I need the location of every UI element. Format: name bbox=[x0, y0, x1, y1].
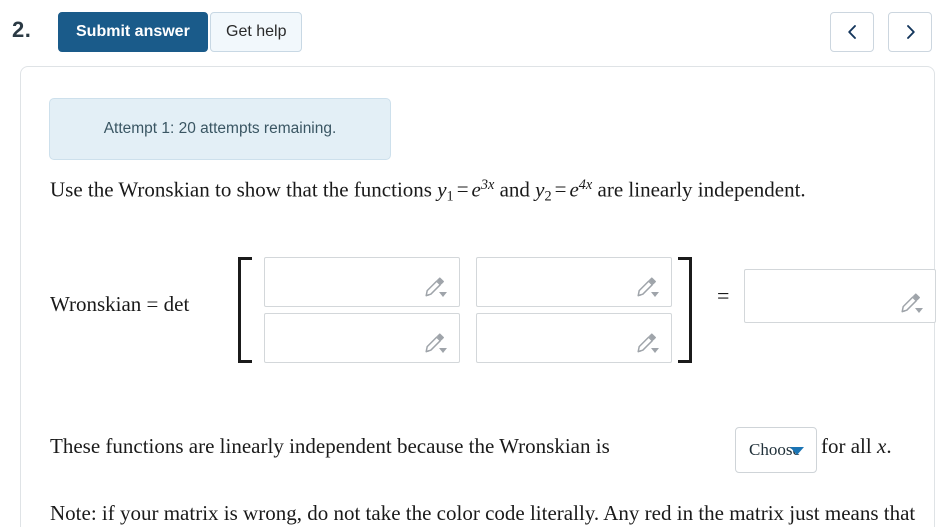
pencil-icon[interactable] bbox=[636, 275, 662, 299]
y1-equals: = bbox=[456, 177, 469, 202]
pencil-icon[interactable] bbox=[424, 275, 450, 299]
matrix-bracket-left bbox=[238, 257, 252, 363]
matrix-cell-1-2[interactable] bbox=[476, 257, 672, 307]
pencil-icon[interactable] bbox=[900, 291, 926, 315]
y2-base: e bbox=[569, 177, 579, 202]
previous-question-button[interactable] bbox=[830, 12, 874, 52]
prompt-text-part-1: Use the Wronskian to show that the funct… bbox=[50, 177, 438, 202]
y2-exponent: 4x bbox=[578, 177, 593, 193]
wronskian-label: Wronskian = det bbox=[50, 292, 190, 316]
conclusion-prefix: These functions are linearly independent… bbox=[50, 434, 610, 458]
prompt-text-part-2: are linearly independent. bbox=[592, 177, 806, 202]
question-prompt: Use the Wronskian to show that the funct… bbox=[50, 175, 850, 207]
matrix-cell-2-1[interactable] bbox=[264, 313, 460, 363]
exercise-page: 2. Submit answer Get help Attempt 1: 20 … bbox=[0, 0, 945, 527]
matrix-color-note: Note: if your matrix is wrong, do not ta… bbox=[50, 501, 916, 525]
y1-variable: y bbox=[437, 177, 447, 202]
wronskian-equation-row: Wronskian = det = bbox=[21, 253, 936, 373]
y2-equals: = bbox=[554, 177, 567, 202]
conclusion-suffix-text: for all bbox=[821, 434, 877, 458]
chevron-down-icon bbox=[790, 447, 804, 455]
wronskian-equals-sign: = bbox=[717, 283, 730, 308]
conclusion-variable: x bbox=[876, 434, 887, 458]
question-number: 2. bbox=[12, 17, 32, 42]
conclusion-suffix-period: . bbox=[886, 434, 892, 458]
y1-subscript: 1 bbox=[446, 188, 454, 205]
submit-answer-button[interactable]: Submit answer bbox=[58, 12, 208, 52]
pencil-icon[interactable] bbox=[424, 331, 450, 355]
wronskian-answer-input[interactable] bbox=[744, 269, 936, 323]
chevron-left-icon bbox=[846, 24, 859, 40]
question-card: Attempt 1: 20 attempts remaining. Use th… bbox=[20, 66, 936, 527]
matrix-cell-1-1[interactable] bbox=[264, 257, 460, 307]
y2-subscript: 2 bbox=[544, 188, 552, 205]
next-question-button[interactable] bbox=[888, 12, 932, 52]
get-help-button[interactable]: Get help bbox=[210, 12, 303, 52]
y1-base: e bbox=[471, 177, 481, 202]
question-toolbar: 2. Submit answer Get help bbox=[0, 0, 945, 66]
pencil-icon[interactable] bbox=[636, 331, 662, 355]
matrix-bracket-right bbox=[678, 257, 692, 363]
y1-exponent: 3x bbox=[480, 177, 495, 193]
matrix-cell-2-2[interactable] bbox=[476, 313, 672, 363]
chevron-right-icon bbox=[904, 24, 917, 40]
conclusion-suffix: for all x. bbox=[821, 434, 892, 459]
wronskian-sign-dropdown[interactable]: Choose bbox=[735, 427, 817, 473]
attempt-status-banner: Attempt 1: 20 attempts remaining. bbox=[49, 98, 391, 160]
conclusion-line: These functions are linearly independent… bbox=[50, 427, 945, 473]
prompt-conjunction: and bbox=[494, 177, 536, 202]
